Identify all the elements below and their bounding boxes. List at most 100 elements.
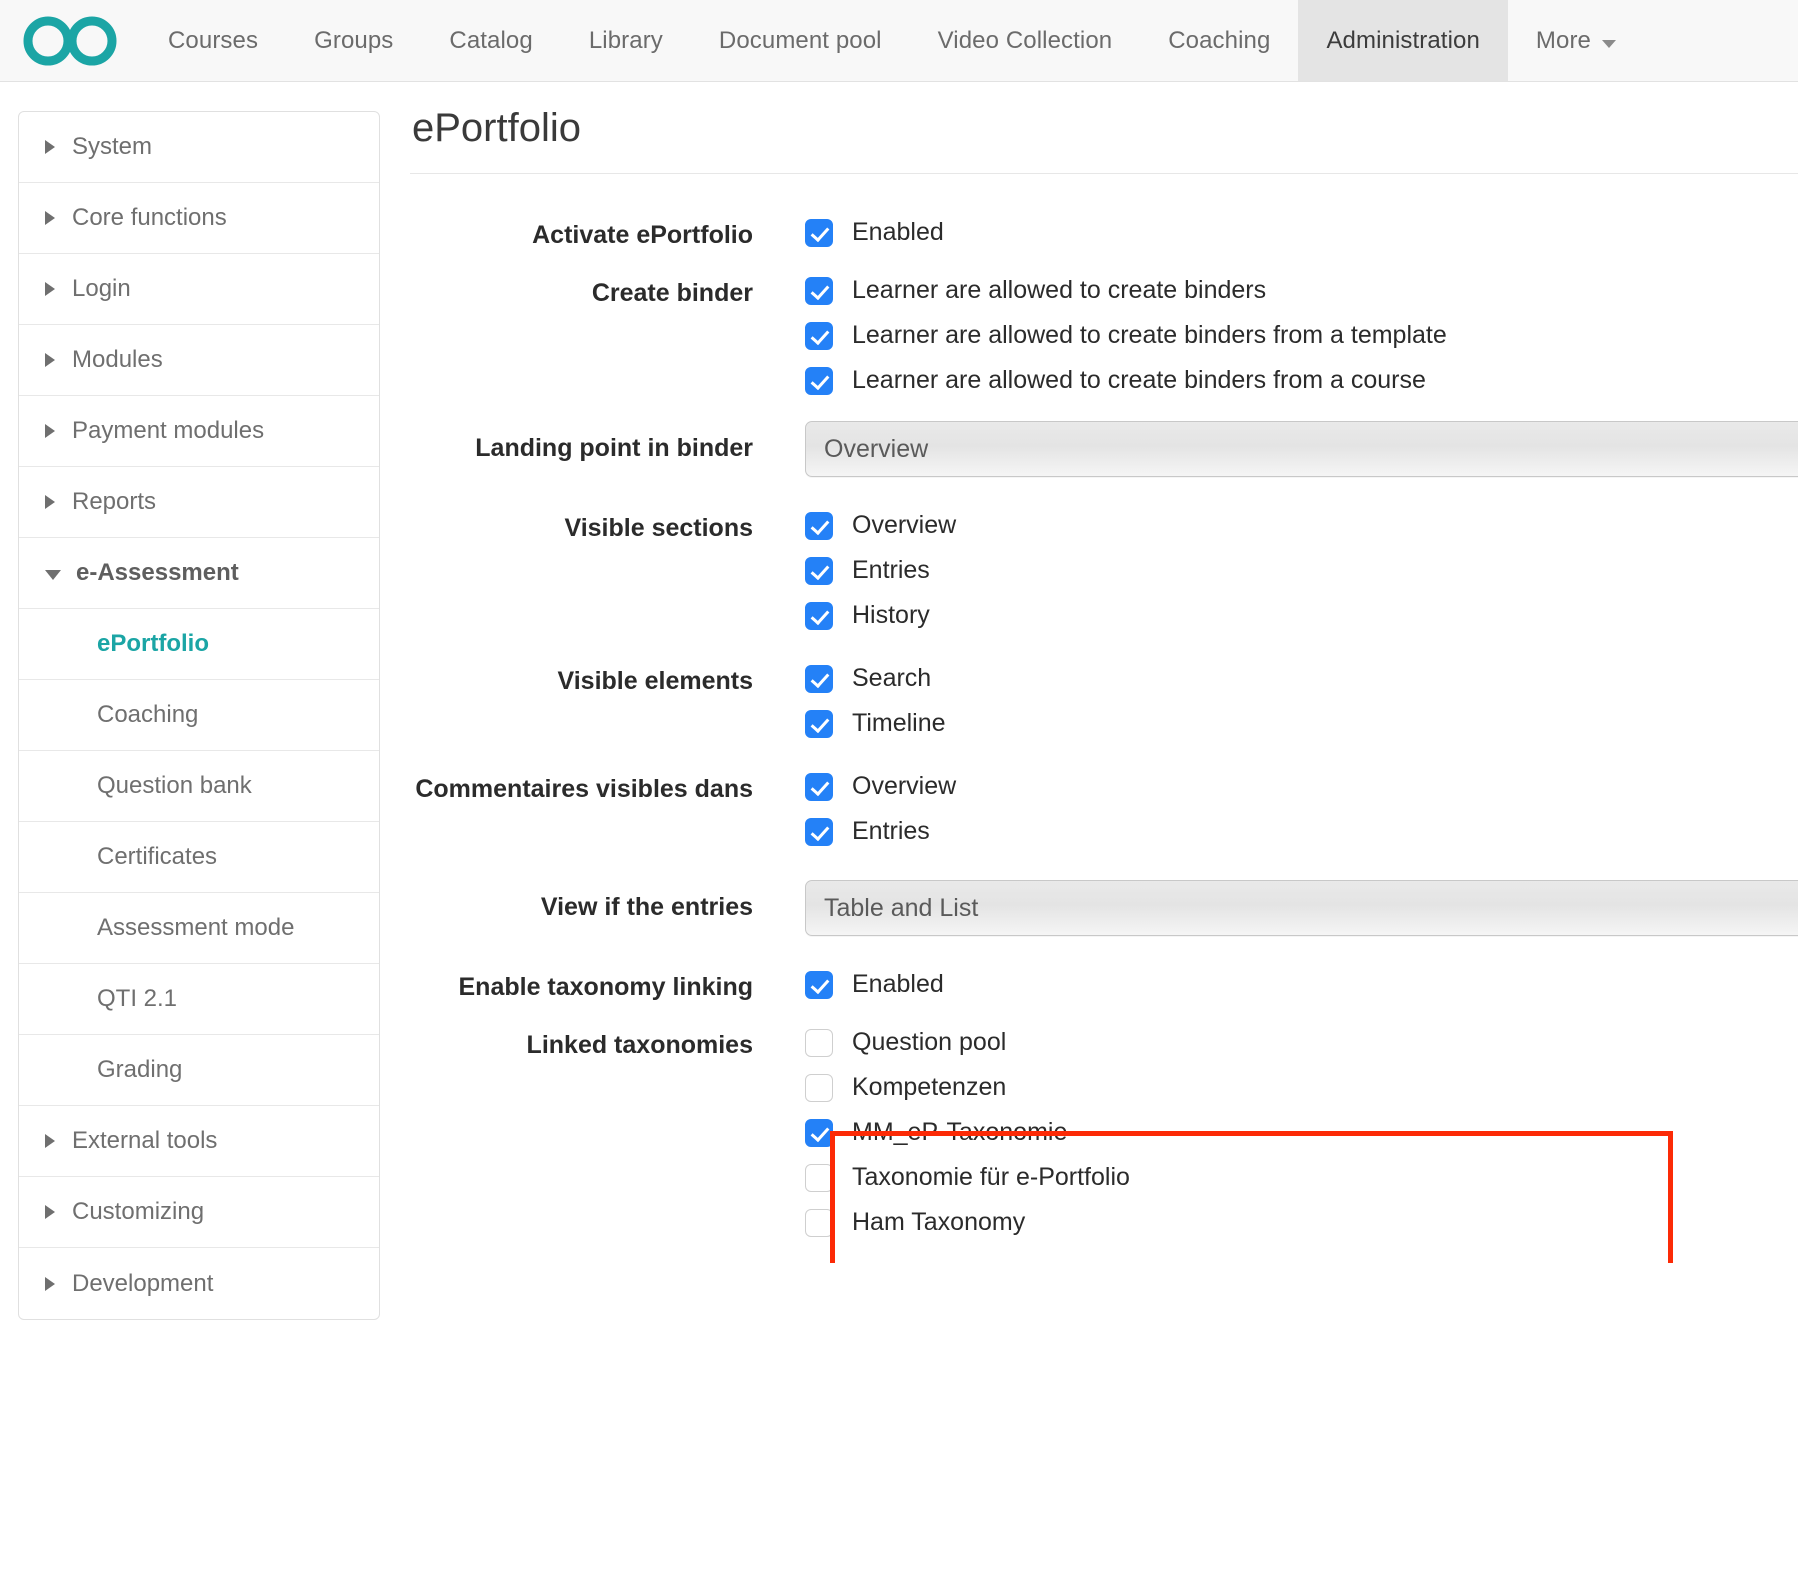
sidebar-item-reports[interactable]: Reports [19, 467, 379, 538]
sidebar-item-eportfolio[interactable]: ePortfolio [19, 609, 379, 680]
checkbox-element-search[interactable]: Search [805, 664, 1798, 693]
form-label: Visible sections [410, 511, 805, 543]
checkbox-comments-overview[interactable]: Overview [805, 772, 1798, 801]
checkbox-taxonomy-ham[interactable]: Ham Taxonomy [805, 1208, 1798, 1237]
checkbox-checked-icon[interactable] [805, 277, 833, 305]
checkbox-checked-icon[interactable] [805, 665, 833, 693]
checkbox-label: Ham Taxonomy [852, 1208, 1025, 1237]
checkbox-create-binders-from-template[interactable]: Learner are allowed to create binders fr… [805, 321, 1798, 350]
checkbox-checked-icon[interactable] [805, 1119, 833, 1147]
checkbox-checked-icon[interactable] [805, 818, 833, 846]
checkbox-section-entries[interactable]: Entries [805, 556, 1798, 585]
checkbox-label: Enabled [852, 218, 944, 247]
checkbox-create-binders[interactable]: Learner are allowed to create binders [805, 276, 1798, 305]
checkbox-unchecked-icon[interactable] [805, 1164, 833, 1192]
nav-item-label: Administration [1326, 27, 1479, 55]
triangle-right-icon [45, 1277, 55, 1291]
sidebar-item-label: Reports [72, 488, 156, 516]
chevron-down-icon [1602, 40, 1616, 48]
nav-item-document-pool[interactable]: Document pool [691, 0, 910, 81]
form-label: Activate ePortfolio [410, 218, 805, 250]
checkbox-checked-icon[interactable] [805, 710, 833, 738]
checkbox-unchecked-icon[interactable] [805, 1029, 833, 1057]
landing-point-select[interactable]: Overview [805, 421, 1798, 477]
sidebar-item-qti21[interactable]: QTI 2.1 [19, 964, 379, 1035]
checkbox-checked-icon[interactable] [805, 773, 833, 801]
checkbox-label: Overview [852, 511, 956, 540]
nav-item-video-collection[interactable]: Video Collection [910, 0, 1141, 81]
checkbox-checked-icon[interactable] [805, 367, 833, 395]
sidebar-item-label: QTI 2.1 [97, 985, 177, 1013]
form-row-visible-sections: Visible sections Overview Entries Histor… [410, 511, 1798, 630]
nav-item-groups[interactable]: Groups [286, 0, 421, 81]
sidebar-item-label: ePortfolio [97, 630, 209, 658]
checkbox-checked-icon[interactable] [805, 219, 833, 247]
checkbox-label: Taxonomie für e-Portfolio [852, 1163, 1130, 1192]
form-row-entries-view: View if the entries Table and List [410, 880, 1798, 936]
checkbox-section-overview[interactable]: Overview [805, 511, 1798, 540]
title-divider [410, 173, 1798, 174]
form-row-activate-eportfolio: Activate ePortfolio Enabled [410, 218, 1798, 250]
select-value: Overview [824, 435, 928, 464]
sidebar-item-modules[interactable]: Modules [19, 325, 379, 396]
checkbox-taxonomy-fur-eportfolio[interactable]: Taxonomie für e-Portfolio [805, 1163, 1798, 1192]
sidebar-item-e-assessment[interactable]: e-Assessment [19, 538, 379, 609]
nav-item-catalog[interactable]: Catalog [421, 0, 560, 81]
checkbox-label: Learner are allowed to create binders fr… [852, 366, 1426, 395]
checkbox-label: History [852, 601, 930, 630]
brand-logo[interactable] [0, 0, 140, 81]
form-control: Overview Entries History [805, 511, 1798, 630]
form-row-landing-point: Landing point in binder Overview [410, 421, 1798, 477]
checkbox-taxonomy-linking-enabled[interactable]: Enabled [805, 970, 1798, 999]
checkbox-activate-enabled[interactable]: Enabled [805, 218, 1798, 247]
top-nav-items: Courses Groups Catalog Library Document … [140, 0, 1798, 81]
sidebar-item-development[interactable]: Development [19, 1248, 379, 1319]
checkbox-checked-icon[interactable] [805, 557, 833, 585]
checkbox-label: Entries [852, 556, 930, 585]
checkbox-label: Overview [852, 772, 956, 801]
checkbox-checked-icon[interactable] [805, 602, 833, 630]
sidebar-item-question-bank[interactable]: Question bank [19, 751, 379, 822]
sidebar-item-grading[interactable]: Grading [19, 1035, 379, 1106]
sidebar-item-payment-modules[interactable]: Payment modules [19, 396, 379, 467]
checkbox-comments-entries[interactable]: Entries [805, 817, 1798, 846]
nav-item-courses[interactable]: Courses [140, 0, 286, 81]
nav-item-administration[interactable]: Administration [1298, 0, 1507, 81]
sidebar-item-label: System [72, 133, 152, 161]
checkbox-section-history[interactable]: History [805, 601, 1798, 630]
nav-item-more[interactable]: More [1508, 0, 1644, 81]
nav-item-coaching[interactable]: Coaching [1140, 0, 1298, 81]
sidebar-item-label: Coaching [97, 701, 198, 729]
sidebar-item-coaching[interactable]: Coaching [19, 680, 379, 751]
select-value: Table and List [824, 894, 978, 923]
form-row-linked-taxonomies: Linked taxonomies Question pool Kompeten… [410, 1028, 1798, 1237]
checkbox-taxonomy-question-pool[interactable]: Question pool [805, 1028, 1798, 1057]
page-body: System Core functions Login Modules Paym… [0, 82, 1798, 1320]
sidebar-item-core-functions[interactable]: Core functions [19, 183, 379, 254]
triangle-right-icon [45, 140, 55, 154]
sidebar-item-login[interactable]: Login [19, 254, 379, 325]
sidebar-item-customizing[interactable]: Customizing [19, 1177, 379, 1248]
checkbox-checked-icon[interactable] [805, 971, 833, 999]
form-label: Create binder [410, 276, 805, 308]
checkbox-checked-icon[interactable] [805, 512, 833, 540]
sidebar-item-external-tools[interactable]: External tools [19, 1106, 379, 1177]
triangle-right-icon [45, 1205, 55, 1219]
checkbox-unchecked-icon[interactable] [805, 1209, 833, 1237]
top-navigation-bar: Courses Groups Catalog Library Document … [0, 0, 1798, 82]
checkbox-taxonomy-kompetenzen[interactable]: Kompetenzen [805, 1073, 1798, 1102]
checkbox-unchecked-icon[interactable] [805, 1074, 833, 1102]
sidebar-item-assessment-mode[interactable]: Assessment mode [19, 893, 379, 964]
sidebar-item-certificates[interactable]: Certificates [19, 822, 379, 893]
checkbox-create-binders-from-course[interactable]: Learner are allowed to create binders fr… [805, 366, 1798, 395]
page-title: ePortfolio [410, 106, 1798, 151]
entries-view-select[interactable]: Table and List [805, 880, 1798, 936]
checkbox-taxonomy-mm-ep[interactable]: MM_eP-Taxonomie [805, 1118, 1798, 1147]
checkbox-label: Learner are allowed to create binders [852, 276, 1266, 305]
sidebar-item-system[interactable]: System [19, 112, 379, 183]
form-control: Overview Entries [805, 772, 1798, 846]
nav-item-library[interactable]: Library [561, 0, 691, 81]
checkbox-element-timeline[interactable]: Timeline [805, 709, 1798, 738]
triangle-right-icon [45, 424, 55, 438]
checkbox-checked-icon[interactable] [805, 322, 833, 350]
